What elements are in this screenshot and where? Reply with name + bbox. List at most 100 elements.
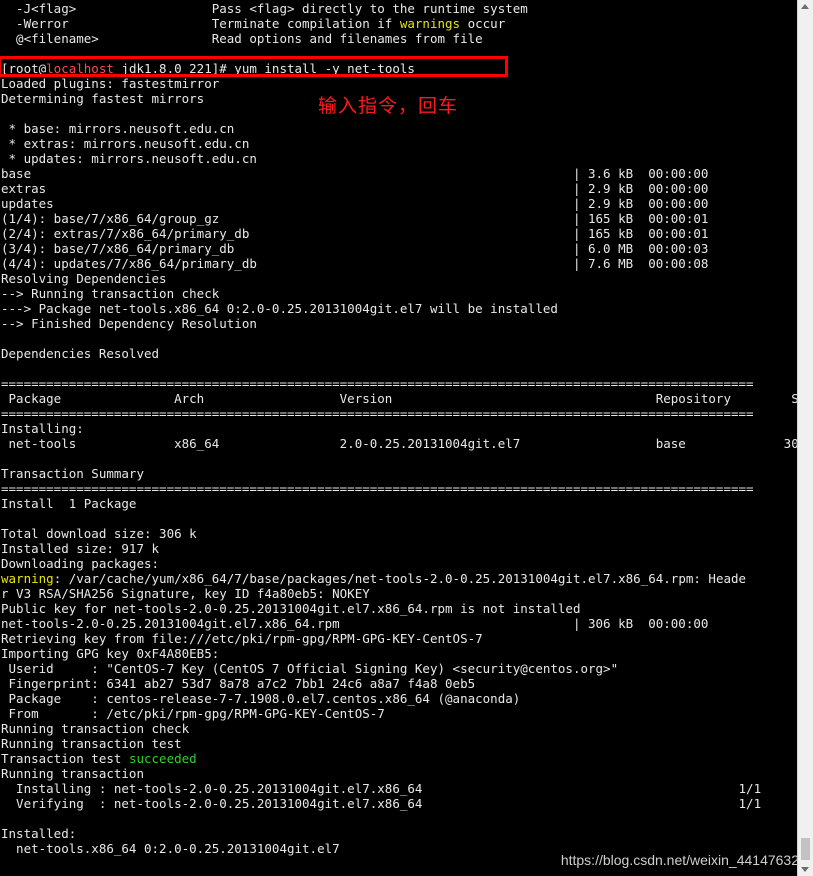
terminal-text-segment: @<filename> Read options and filenames f… xyxy=(1,31,483,46)
annotation-text: 输入指令，回车 xyxy=(318,95,459,117)
terminal-text-segment: (4/4): updates/7/x86_64/primary_db | 7.6… xyxy=(1,256,709,271)
terminal-line: Determining fastest mirrors xyxy=(1,91,204,106)
terminal-text-segment: ========================================… xyxy=(1,376,754,391)
terminal-text-segment: warnings xyxy=(399,16,461,31)
terminal-line: Package : centos-release-7-7.1908.0.el7.… xyxy=(1,691,521,706)
terminal-line: (4/4): updates/7/x86_64/primary_db | 7.6… xyxy=(1,256,708,271)
terminal-text-segment: extras | 2.9 kB 00:00:00 xyxy=(1,181,709,196)
terminal-text-segment: Installing : net-tools-2.0-0.25.20131004… xyxy=(1,781,762,796)
terminal-line: -Werror Terminate compilation if warning… xyxy=(1,16,505,31)
terminal-text-segment: ---> Package net-tools.x86_64 0:2.0-0.25… xyxy=(1,301,558,316)
terminal-text-segment: --> Running transaction check xyxy=(1,286,220,301)
terminal-text-segment: * updates: mirrors.neusoft.edu.cn xyxy=(1,151,257,166)
terminal-line: Fingerprint: 6341 ab27 53d7 8a78 a7c2 7b… xyxy=(1,676,476,691)
terminal-line: base | 3.6 kB 00:00:00 xyxy=(1,166,708,181)
terminal-text-segment: ========================================… xyxy=(1,481,754,496)
terminal-line: Verifying : net-tools-2.0-0.25.20131004g… xyxy=(1,796,761,811)
terminal-line: Running transaction check xyxy=(1,721,189,736)
terminal-line: Running transaction test xyxy=(1,736,182,751)
terminal-line: --> Finished Dependency Resolution xyxy=(1,316,257,331)
terminal-line: Running transaction xyxy=(1,766,144,781)
terminal-text-segment: From : /etc/pki/rpm-gpg/RPM-GPG-KEY-Cent… xyxy=(1,706,385,721)
terminal-line: Downloading packages: xyxy=(1,556,159,571)
terminal-text-segment: Public key for net-tools-2.0-0.25.201310… xyxy=(1,601,581,616)
terminal-text-segment: * extras: mirrors.neusoft.edu.cn xyxy=(1,136,250,151)
terminal-line: * updates: mirrors.neusoft.edu.cn xyxy=(1,151,257,166)
scroll-down-arrow-icon[interactable] xyxy=(801,867,809,872)
terminal-line: Installing: xyxy=(1,421,84,436)
terminal-line: Transaction Summary xyxy=(1,466,144,481)
terminal-text-segment: (3/4): base/7/x86_64/primary_db | 6.0 MB… xyxy=(1,241,709,256)
terminal-text-segment: Package : centos-release-7-7.1908.0.el7.… xyxy=(1,691,521,706)
terminal-text-segment: warning xyxy=(1,571,54,586)
terminal-line: * base: mirrors.neusoft.edu.cn xyxy=(1,121,235,136)
terminal-text-segment: Resolving Dependencies xyxy=(1,271,167,286)
terminal-text-segment: net-tools-2.0-0.25.20131004git.el7.x86_6… xyxy=(1,616,709,631)
terminal-line: Dependencies Resolved xyxy=(1,346,159,361)
terminal-line: Installing : net-tools-2.0-0.25.20131004… xyxy=(1,781,761,796)
terminal-text-segment: Total download size: 306 k xyxy=(1,526,197,541)
terminal-text-segment: ========================================… xyxy=(1,406,754,421)
terminal-text-segment: net-tools.x86_64 0:2.0-0.25.20131004git.… xyxy=(1,841,340,856)
terminal-text-segment: Determining fastest mirrors xyxy=(1,91,205,106)
terminal-text-segment: Userid : "CentOS-7 Key (CentOS 7 Officia… xyxy=(1,661,619,676)
vertical-scrollbar[interactable] xyxy=(797,0,813,876)
terminal-text-segment: Running transaction xyxy=(1,766,144,781)
command-highlight-box xyxy=(0,56,508,77)
terminal-line: extras | 2.9 kB 00:00:00 xyxy=(1,181,708,196)
terminal-text-segment: Installed size: 917 k xyxy=(1,541,160,556)
terminal-output[interactable]: -J<flag> Pass <flag> directly to the run… xyxy=(0,0,797,876)
terminal-line: Installed: xyxy=(1,826,76,841)
terminal-line: Importing GPG key 0xF4A80EB5: xyxy=(1,646,219,661)
terminal-line: Package Arch Version Repository Size xyxy=(1,391,797,406)
terminal-text-segment: base | 3.6 kB 00:00:00 xyxy=(1,166,709,181)
terminal-text-segment: Transaction test xyxy=(1,751,129,766)
terminal-line: Loaded plugins: fastestmirror xyxy=(1,76,219,91)
terminal-line: net-tools-2.0-0.25.20131004git.el7.x86_6… xyxy=(1,616,708,631)
terminal-text-segment: Verifying : net-tools-2.0-0.25.20131004g… xyxy=(1,796,762,811)
terminal-line: Total download size: 306 k xyxy=(1,526,197,541)
terminal-text-segment: Loaded plugins: fastestmirror xyxy=(1,76,220,91)
terminal-line: Install 1 Package xyxy=(1,496,136,511)
scroll-up-arrow-icon[interactable] xyxy=(801,4,809,9)
terminal-text-segment: Transaction Summary xyxy=(1,466,144,481)
terminal-line: net-tools x86_64 2.0-0.25.20131004git.el… xyxy=(1,436,797,451)
terminal-line: updates | 2.9 kB 00:00:00 xyxy=(1,196,708,211)
terminal-line: Public key for net-tools-2.0-0.25.201310… xyxy=(1,601,580,616)
terminal-text-segment: : /var/cache/yum/x86_64/7/base/packages/… xyxy=(53,571,747,586)
terminal-text-segment: --> Finished Dependency Resolution xyxy=(1,316,257,331)
terminal-text-segment: succeeded xyxy=(128,751,197,766)
terminal-text-segment: * base: mirrors.neusoft.edu.cn xyxy=(1,121,235,136)
watermark: https://blog.csdn.net/weixin_44147632 xyxy=(560,852,799,868)
terminal-line: Userid : "CentOS-7 Key (CentOS 7 Officia… xyxy=(1,661,619,676)
terminal-line: Retrieving key from file:///etc/pki/rpm-… xyxy=(1,631,483,646)
terminal-text-segment: Install 1 Package xyxy=(1,496,137,511)
terminal-line: ---> Package net-tools.x86_64 0:2.0-0.25… xyxy=(1,301,558,316)
terminal-line: Resolving Dependencies xyxy=(1,271,167,286)
terminal-text-segment: Retrieving key from file:///etc/pki/rpm-… xyxy=(1,631,483,646)
terminal-line: (2/4): extras/7/x86_64/primary_db | 165 … xyxy=(1,226,708,241)
terminal-text-segment: updates | 2.9 kB 00:00:00 xyxy=(1,196,709,211)
terminal-text-segment: Installed: xyxy=(1,826,77,841)
terminal-line: Transaction test succeeded xyxy=(1,751,197,766)
terminal-text-segment: net-tools x86_64 2.0-0.25.20131004git.el… xyxy=(1,436,797,451)
terminal-line: ========================================… xyxy=(1,481,754,496)
terminal-text-segment: Running transaction test xyxy=(1,736,182,751)
terminal-line: (1/4): base/7/x86_64/group_gz | 165 kB 0… xyxy=(1,211,708,226)
terminal-text-segment: Fingerprint: 6341 ab27 53d7 8a78 a7c2 7b… xyxy=(1,676,476,691)
terminal-text-segment: Installing: xyxy=(1,421,84,436)
terminal-text-segment: (1/4): base/7/x86_64/group_gz | 165 kB 0… xyxy=(1,211,709,226)
terminal-text-segment: occur xyxy=(460,16,506,31)
terminal-text-segment: Dependencies Resolved xyxy=(1,346,160,361)
terminal-line: @<filename> Read options and filenames f… xyxy=(1,31,483,46)
terminal-line: ========================================… xyxy=(1,376,754,391)
terminal-text-segment: Downloading packages: xyxy=(1,556,160,571)
terminal-line: From : /etc/pki/rpm-gpg/RPM-GPG-KEY-Cent… xyxy=(1,706,385,721)
terminal-text-segment: r V3 RSA/SHA256 Signature, key ID f4a80e… xyxy=(1,586,370,601)
terminal-text-segment: Package Arch Version Repository Size xyxy=(1,391,797,406)
terminal-text-segment: -Werror Terminate compilation if xyxy=(1,16,400,31)
scrollbar-thumb[interactable] xyxy=(801,838,810,860)
terminal-line: (3/4): base/7/x86_64/primary_db | 6.0 MB… xyxy=(1,241,708,256)
terminal-line: * extras: mirrors.neusoft.edu.cn xyxy=(1,136,250,151)
terminal-line: net-tools.x86_64 0:2.0-0.25.20131004git.… xyxy=(1,841,340,856)
